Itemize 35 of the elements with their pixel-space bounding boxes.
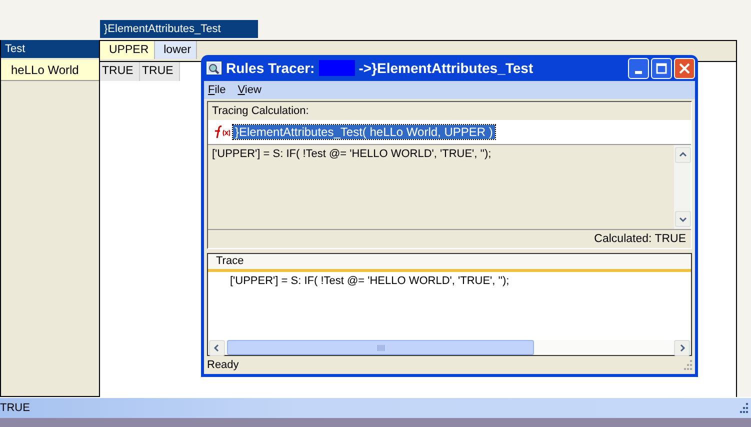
close-icon: [679, 62, 690, 74]
table-cell: TRUE: [100, 62, 140, 81]
rule-text: ['UPPER'] = S: IF( !Test @= 'HELLO WORLD', 'TRUE', '');: [211, 147, 492, 162]
cube-title: }ElementAttributes_Test: [100, 20, 258, 38]
vertical-scrollbar[interactable]: [674, 145, 691, 229]
scroll-down-icon[interactable]: [675, 211, 691, 227]
column-header[interactable]: lower: [154, 41, 198, 59]
function-icon: [212, 125, 230, 139]
maximize-button[interactable]: [651, 58, 672, 78]
dimension-header: Test: [1, 40, 99, 58]
scroll-right-icon[interactable]: [674, 340, 690, 356]
minimize-icon: [635, 70, 642, 74]
calculation-text[interactable]: }ElementAttributes_Test( heLLo World, UPPER ): [233, 125, 495, 139]
scroll-left-icon[interactable]: [209, 340, 225, 356]
minimize-button[interactable]: [628, 58, 649, 78]
scroll-up-icon[interactable]: [675, 147, 691, 163]
column-header[interactable]: UPPER: [100, 41, 155, 59]
row-label[interactable]: heLLo World: [1, 60, 99, 81]
menu-item[interactable]: File: [208, 84, 226, 96]
window-title: Rules Tracer:: [226, 60, 315, 76]
trace-header[interactable]: Trace: [208, 254, 691, 272]
resize-grip-icon[interactable]: [738, 403, 748, 413]
maximize-icon: [656, 62, 667, 74]
menu-item[interactable]: View: [238, 84, 262, 96]
tracing-label: Tracing Calculation:: [211, 104, 310, 119]
window-status: Ready: [207, 359, 239, 371]
calculated-result: Calculated: TRUE: [208, 229, 691, 248]
status-text: TRUE: [0, 402, 30, 414]
redaction: [318, 60, 355, 76]
window-title: ->}ElementAttributes_Test: [358, 60, 534, 76]
close-button[interactable]: [674, 58, 695, 78]
magnifier-icon: [206, 60, 222, 76]
trace-line[interactable]: ['UPPER'] = S: IF( !Test @= 'HELLO WORLD', 'TRUE', '');: [230, 275, 691, 287]
resize-grip-icon[interactable]: [682, 360, 692, 370]
table-cell: TRUE: [140, 62, 180, 81]
